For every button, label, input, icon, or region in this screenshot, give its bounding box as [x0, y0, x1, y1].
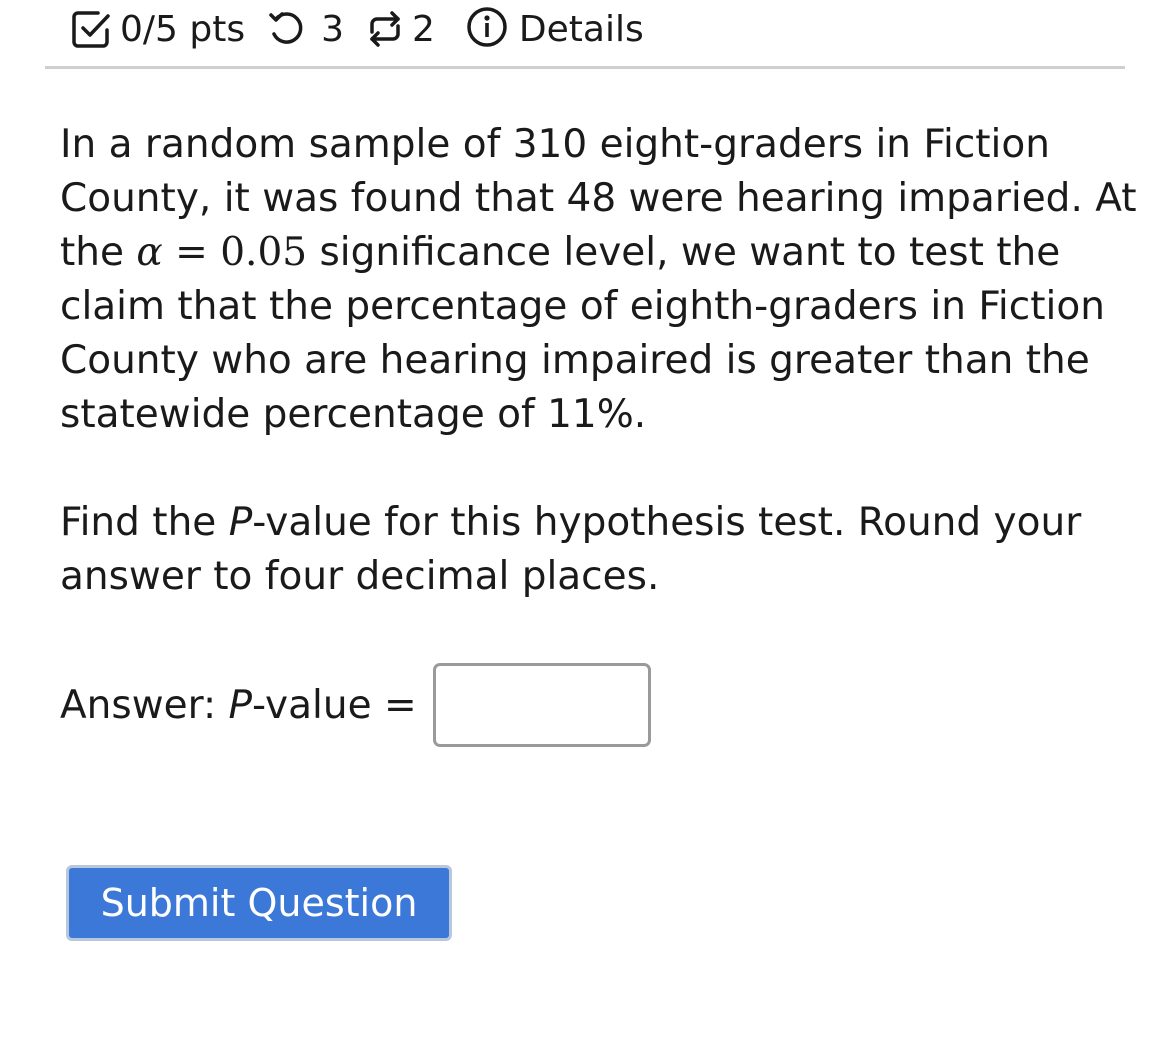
answer-row: Answer: P-value =: [60, 660, 651, 750]
p-value-input[interactable]: [432, 663, 651, 747]
checkbox-check-icon: [70, 8, 112, 50]
alpha-equals: =: [162, 230, 221, 275]
alpha-expression: α = 0.05: [136, 230, 307, 275]
answer-label: Answer: P-value =: [60, 683, 417, 728]
retry-icon: [267, 9, 307, 49]
alpha-value: 0.05: [220, 230, 308, 275]
header-divider: [45, 66, 1125, 69]
versions-count: 2: [412, 8, 435, 50]
question-page: 0/5 pts 3 2 Details In a random sample o…: [0, 0, 1170, 1042]
prompt-part1: Find the: [60, 500, 229, 545]
submit-question-button[interactable]: Submit Question: [66, 865, 452, 941]
answer-label-prefix: Answer:: [60, 682, 229, 728]
question-header: 0/5 pts 3 2 Details: [70, 0, 644, 58]
alpha-symbol: α: [136, 230, 163, 275]
versions-icon: [364, 8, 406, 50]
question-text: In a random sample of 310 eight-graders …: [60, 118, 1140, 442]
prompt-p-letter: P: [228, 500, 253, 545]
points-label: 0/5 pts: [120, 8, 246, 50]
question-prompt: Find the P-value for this hypothesis tes…: [60, 496, 1140, 604]
answer-label-suffix: -value =: [252, 682, 417, 728]
answer-p-letter: P: [228, 682, 253, 728]
retries-count: 3: [321, 8, 345, 50]
details-link[interactable]: Details: [519, 9, 644, 50]
info-icon[interactable]: [465, 7, 509, 51]
